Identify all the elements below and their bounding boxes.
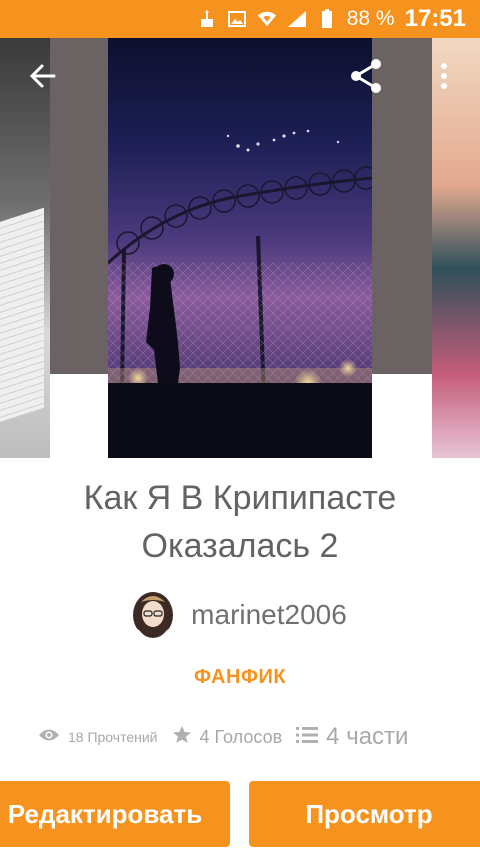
author-name[interactable]: marinet2006 — [191, 599, 347, 631]
star-icon — [172, 725, 192, 750]
votes-stat: 4 Голосов — [172, 725, 283, 750]
arrow-left-icon — [28, 62, 56, 95]
more-button[interactable] — [420, 54, 468, 102]
story-title: Как Я В Крипипасте Оказалась 2 — [0, 474, 480, 570]
more-vertical-icon — [440, 62, 448, 95]
story-title-line1: Как Я В Крипипасте — [83, 479, 397, 517]
image-icon — [227, 9, 247, 29]
battery-percent: 88 % — [346, 7, 395, 30]
view-button[interactable]: Просмотр — [249, 781, 480, 847]
cover-image — [108, 38, 372, 458]
parts-stat[interactable]: 4 части — [296, 723, 408, 751]
wifi-icon — [257, 9, 277, 29]
avatar[interactable] — [133, 592, 174, 638]
signal-icon — [287, 9, 307, 29]
author-row[interactable]: marinet2006 — [0, 590, 480, 640]
status-bar: 88 % 17:51 — [0, 0, 480, 38]
reads-count: 18 Прочтений — [68, 729, 158, 745]
battery-icon — [317, 9, 337, 29]
votes-count: 4 Голосов — [199, 726, 283, 747]
list-icon — [296, 726, 319, 749]
clock: 17:51 — [404, 5, 466, 32]
parts-count[interactable]: 4 части — [326, 723, 408, 751]
share-button[interactable] — [342, 54, 390, 102]
back-button[interactable] — [18, 54, 66, 102]
genre-link[interactable]: ФАНФИК — [0, 666, 480, 689]
cover-carousel[interactable] — [0, 38, 480, 458]
reads-stat: 18 Прочтений — [38, 728, 158, 747]
share-icon — [348, 58, 384, 99]
eye-icon — [38, 728, 60, 747]
story-stats: 18 Прочтений 4 Голосов 4 части — [38, 720, 458, 754]
edit-button[interactable]: Редактировать — [0, 781, 230, 847]
story-title-line2: Оказалась 2 — [141, 527, 339, 565]
cake-icon — [197, 9, 217, 29]
